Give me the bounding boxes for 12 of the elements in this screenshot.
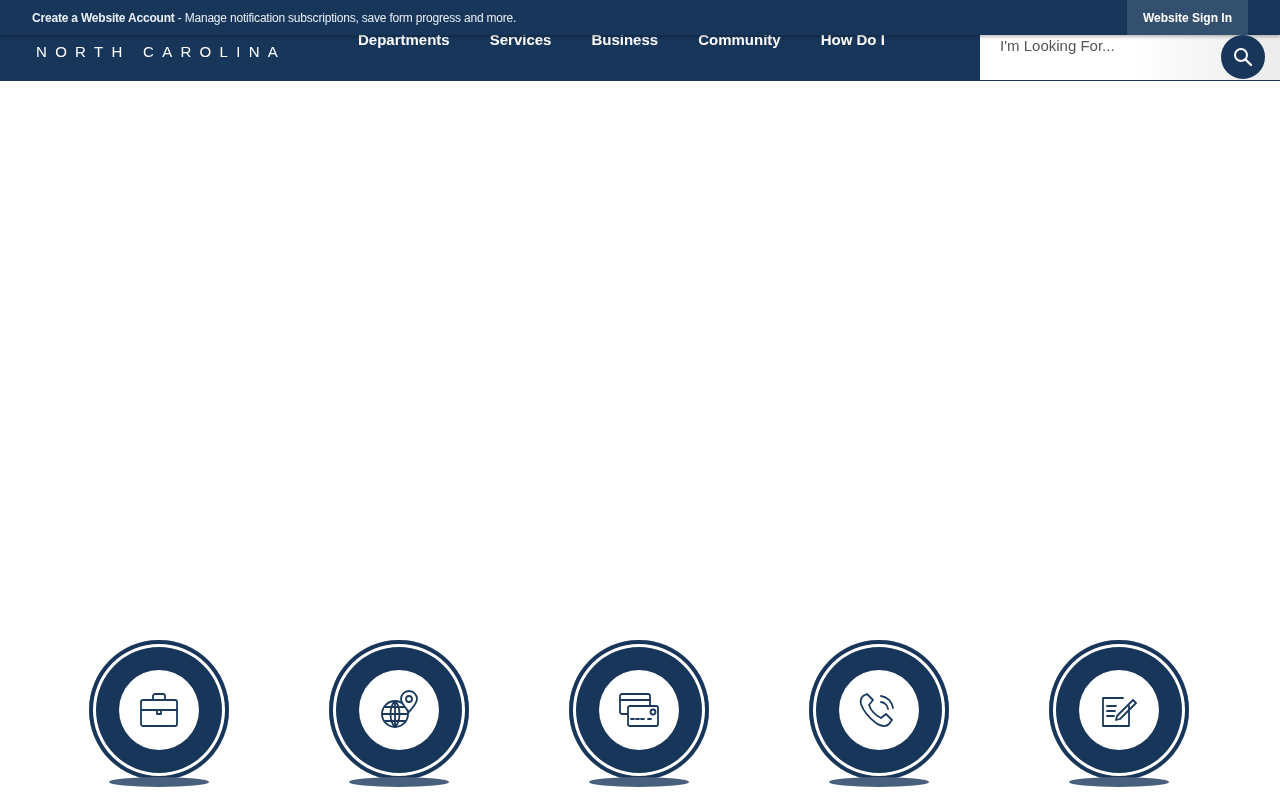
nav-link[interactable]: Departments [338, 31, 470, 48]
logo-subtitle: NORTH CAROLINA [36, 43, 287, 60]
nav-link[interactable]: Community [678, 31, 801, 48]
search-icon [1233, 47, 1253, 67]
nav-link[interactable]: How Do I [800, 31, 905, 48]
nav-link[interactable]: Business [571, 31, 679, 48]
sign-in-button[interactable]: Website Sign In [1126, 0, 1248, 35]
account-message: Create a Website Account - Manage notification subscriptions, save form progress and more. [32, 10, 517, 25]
search-field[interactable]: I'm Looking For... [980, 35, 1210, 55]
nav-link[interactable]: Services [469, 31, 572, 48]
search-box[interactable]: I'm Looking For... [980, 35, 1280, 81]
search-button[interactable] [1221, 35, 1265, 79]
